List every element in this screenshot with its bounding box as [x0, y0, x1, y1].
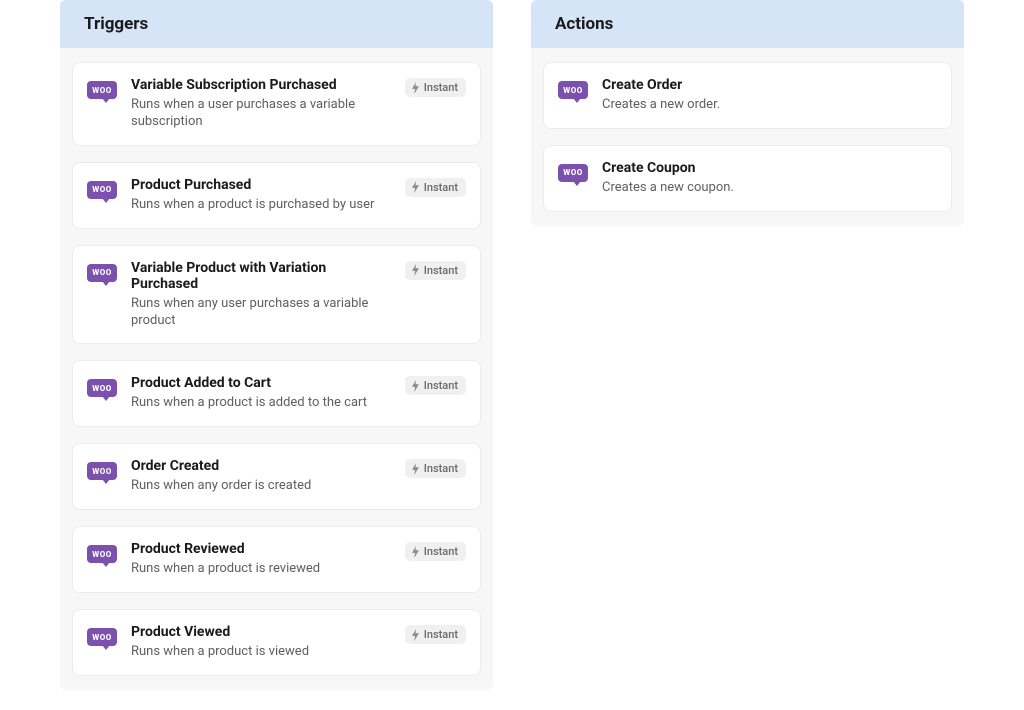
card-content: Product Added to Cart Runs when a produc…: [131, 375, 391, 412]
triggers-column: Triggers WOO Variable Subscription Purch…: [60, 0, 493, 690]
badge-label: Instant: [424, 545, 458, 558]
woo-icon: WOO: [87, 377, 117, 401]
card-title: Product Purchased: [131, 177, 391, 193]
badge-label: Instant: [424, 81, 458, 94]
card-content: Variable Product with Variation Purchase…: [131, 260, 391, 330]
actions-body: WOO Create Order Creates a new order. WO…: [531, 48, 964, 226]
trigger-card[interactable]: WOO Order Created Runs when any order is…: [72, 443, 481, 510]
card-content: Variable Subscription Purchased Runs whe…: [131, 77, 391, 131]
card-description: Runs when any user purchases a variable …: [131, 296, 391, 330]
trigger-card[interactable]: WOO Product Reviewed Runs when a product…: [72, 526, 481, 593]
instant-badge: Instant: [405, 542, 466, 561]
card-content: Product Viewed Runs when a product is vi…: [131, 624, 391, 661]
card-content: Order Created Runs when any order is cre…: [131, 458, 391, 495]
badge-label: Instant: [424, 379, 458, 392]
trigger-card[interactable]: WOO Product Purchased Runs when a produc…: [72, 162, 481, 229]
instant-badge: Instant: [405, 459, 466, 478]
instant-badge: Instant: [405, 261, 466, 280]
badge-label: Instant: [424, 628, 458, 641]
instant-badge: Instant: [405, 78, 466, 97]
trigger-card[interactable]: WOO Product Viewed Runs when a product i…: [72, 609, 481, 676]
card-title: Product Reviewed: [131, 541, 391, 557]
woo-icon: WOO: [87, 179, 117, 203]
triggers-header: Triggers: [60, 0, 493, 48]
woo-icon: WOO: [87, 543, 117, 567]
card-content: Create Coupon Creates a new coupon.: [602, 160, 937, 197]
card-content: Create Order Creates a new order.: [602, 77, 937, 114]
card-description: Runs when a product is viewed: [131, 644, 391, 661]
card-description: Runs when any order is created: [131, 478, 391, 495]
card-content: Product Reviewed Runs when a product is …: [131, 541, 391, 578]
bolt-icon: [411, 629, 420, 641]
card-title: Variable Subscription Purchased: [131, 77, 391, 93]
instant-badge: Instant: [405, 178, 466, 197]
bolt-icon: [411, 181, 420, 193]
badge-label: Instant: [424, 462, 458, 475]
card-title: Product Viewed: [131, 624, 391, 640]
woo-icon: WOO: [87, 626, 117, 650]
badge-label: Instant: [424, 264, 458, 277]
card-title: Product Added to Cart: [131, 375, 391, 391]
bolt-icon: [411, 264, 420, 276]
trigger-card[interactable]: WOO Variable Product with Variation Purc…: [72, 245, 481, 345]
card-description: Creates a new order.: [602, 97, 937, 114]
card-title: Create Coupon: [602, 160, 937, 176]
actions-header: Actions: [531, 0, 964, 48]
action-card[interactable]: WOO Create Order Creates a new order.: [543, 62, 952, 129]
bolt-icon: [411, 546, 420, 558]
woo-icon: WOO: [87, 262, 117, 286]
instant-badge: Instant: [405, 376, 466, 395]
instant-badge: Instant: [405, 625, 466, 644]
woo-icon: WOO: [87, 460, 117, 484]
card-description: Runs when a user purchases a variable su…: [131, 97, 391, 131]
action-card[interactable]: WOO Create Coupon Creates a new coupon.: [543, 145, 952, 212]
card-title: Create Order: [602, 77, 937, 93]
card-content: Product Purchased Runs when a product is…: [131, 177, 391, 214]
bolt-icon: [411, 82, 420, 94]
card-description: Runs when a product is added to the cart: [131, 395, 391, 412]
card-description: Runs when a product is purchased by user: [131, 197, 391, 214]
card-title: Variable Product with Variation Purchase…: [131, 260, 391, 292]
card-description: Creates a new coupon.: [602, 180, 937, 197]
triggers-body: WOO Variable Subscription Purchased Runs…: [60, 48, 493, 690]
actions-column: Actions WOO Create Order Creates a new o…: [531, 0, 964, 226]
woo-icon: WOO: [558, 79, 588, 103]
main-container: Triggers WOO Variable Subscription Purch…: [0, 0, 1024, 710]
trigger-card[interactable]: WOO Variable Subscription Purchased Runs…: [72, 62, 481, 146]
card-description: Runs when a product is reviewed: [131, 561, 391, 578]
bolt-icon: [411, 380, 420, 392]
woo-icon: WOO: [558, 162, 588, 186]
bolt-icon: [411, 463, 420, 475]
badge-label: Instant: [424, 181, 458, 194]
card-title: Order Created: [131, 458, 391, 474]
trigger-card[interactable]: WOO Product Added to Cart Runs when a pr…: [72, 360, 481, 427]
woo-icon: WOO: [87, 79, 117, 103]
